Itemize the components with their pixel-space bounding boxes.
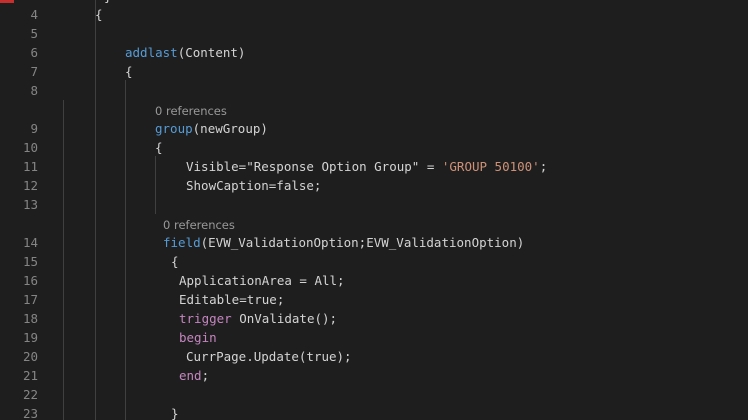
- line-number: 17: [22, 292, 38, 307]
- code-line[interactable]: 21 end;: [0, 366, 748, 385]
- code-token: ApplicationArea = All;: [179, 273, 345, 288]
- code-line[interactable]: 23}: [0, 404, 748, 420]
- line-number: 20: [22, 349, 38, 364]
- code-line[interactable]: 15 {: [0, 252, 748, 271]
- code-token: Update: [253, 349, 299, 364]
- code-line[interactable]: 6 addlast(Content): [0, 43, 748, 62]
- codelens-references[interactable]: 0 references: [155, 103, 227, 119]
- line-number: 18: [22, 311, 38, 326]
- line-number: 16: [22, 273, 38, 288]
- codelens-references[interactable]: 0 references: [163, 217, 235, 233]
- code-token: {: [171, 254, 179, 269]
- line-number: 11: [22, 159, 38, 174]
- line-code: {: [155, 138, 163, 157]
- code-line[interactable]: 8: [0, 81, 748, 100]
- code-token: {: [125, 64, 133, 79]
- code-token: CurrPage: [186, 349, 247, 364]
- code-token: }: [171, 406, 179, 420]
- line-number: 19: [22, 330, 38, 345]
- code-line[interactable]: 18 trigger OnValidate();: [0, 309, 748, 328]
- code-token: ;: [201, 368, 210, 383]
- line-code: {: [125, 62, 133, 81]
- code-line[interactable]: 14 field(EVW_ValidationOption;EVW_Validat…: [0, 233, 748, 252]
- line-code: ShowCaption=false;: [186, 176, 321, 195]
- code-line[interactable]: 4{: [0, 5, 748, 24]
- line-code: begin: [179, 328, 217, 347]
- code-token: group: [155, 121, 193, 136]
- error-marker: [0, 0, 14, 3]
- line-code: field(EVW_ValidationOption;EVW_Validatio…: [163, 233, 524, 252]
- line-code: Visible="Response Option Group" = 'GROUP…: [186, 157, 547, 176]
- line-number: 5: [30, 26, 38, 41]
- code-token: (EVW_ValidationOption;EVW_ValidationOpti…: [200, 235, 525, 250]
- line-code: trigger OnValidate();: [179, 309, 337, 328]
- line-number: 4: [30, 7, 38, 22]
- code-line[interactable]: 22: [0, 385, 748, 404]
- line-code: }: [171, 404, 179, 420]
- code-token: field: [163, 235, 201, 250]
- line-number: 9: [30, 121, 38, 136]
- code-line[interactable]: 7{: [0, 62, 748, 81]
- code-token: end: [179, 368, 202, 383]
- code-editor[interactable]: } 4{56addlast(Content)7{89group(newGroup…: [0, 0, 748, 420]
- code-token: 'GROUP 50100': [441, 159, 540, 174]
- code-line[interactable]: 19 begin: [0, 328, 748, 347]
- line-number: 15: [22, 254, 38, 269]
- code-line[interactable]: 16 ApplicationArea = All;: [0, 271, 748, 290]
- code-token: ;: [539, 159, 548, 174]
- code-token: ();: [314, 311, 338, 326]
- code-token: Visible="Response Option Group" =: [186, 159, 442, 174]
- code-token: ShowCaption=false;: [186, 178, 322, 193]
- code-line[interactable]: 9 group(newGroup): [0, 119, 748, 138]
- code-line[interactable]: 13: [0, 195, 748, 214]
- line-number: 21: [22, 368, 38, 383]
- code-token: addlast: [125, 45, 178, 60]
- line-code: CurrPage.Update(true);: [186, 347, 352, 366]
- code-token: (true);: [298, 349, 352, 364]
- code-line[interactable]: 17 Editable=true;: [0, 290, 748, 309]
- code-token: OnValidate: [231, 311, 315, 326]
- line-code: end;: [179, 366, 209, 385]
- code-token: {: [155, 140, 163, 155]
- line-code: ApplicationArea = All;: [179, 271, 345, 290]
- line-number: 6: [30, 45, 38, 60]
- code-token: begin: [179, 330, 217, 345]
- code-token: .: [246, 349, 254, 364]
- line-code: Editable=true;: [179, 290, 284, 309]
- code-line[interactable]: 5: [0, 24, 748, 43]
- partial-top-line: }: [104, 0, 112, 4]
- code-line[interactable]: 20 CurrPage.Update(true);: [0, 347, 748, 366]
- code-token: {: [95, 7, 103, 22]
- line-code: {: [171, 252, 179, 271]
- line-code: group(newGroup): [155, 119, 268, 138]
- code-token: (newGroup): [192, 121, 268, 136]
- code-line[interactable]: 11 Visible="Response Option Group" = 'GRO…: [0, 157, 748, 176]
- line-number: 13: [22, 197, 38, 212]
- line-number: 10: [22, 140, 38, 155]
- line-code: addlast(Content): [125, 43, 245, 62]
- line-number: 14: [22, 235, 38, 250]
- line-number: 8: [30, 83, 38, 98]
- line-number: 7: [30, 64, 38, 79]
- code-line[interactable]: 12 ShowCaption=false;: [0, 176, 748, 195]
- line-code: {: [95, 5, 103, 24]
- line-number: 22: [22, 387, 38, 402]
- line-number: 12: [22, 178, 38, 193]
- code-token: (Content): [177, 45, 246, 60]
- code-token: trigger: [179, 311, 232, 326]
- code-line[interactable]: 10 {: [0, 138, 748, 157]
- line-number: 23: [22, 406, 38, 420]
- code-token: Editable=true;: [179, 292, 285, 307]
